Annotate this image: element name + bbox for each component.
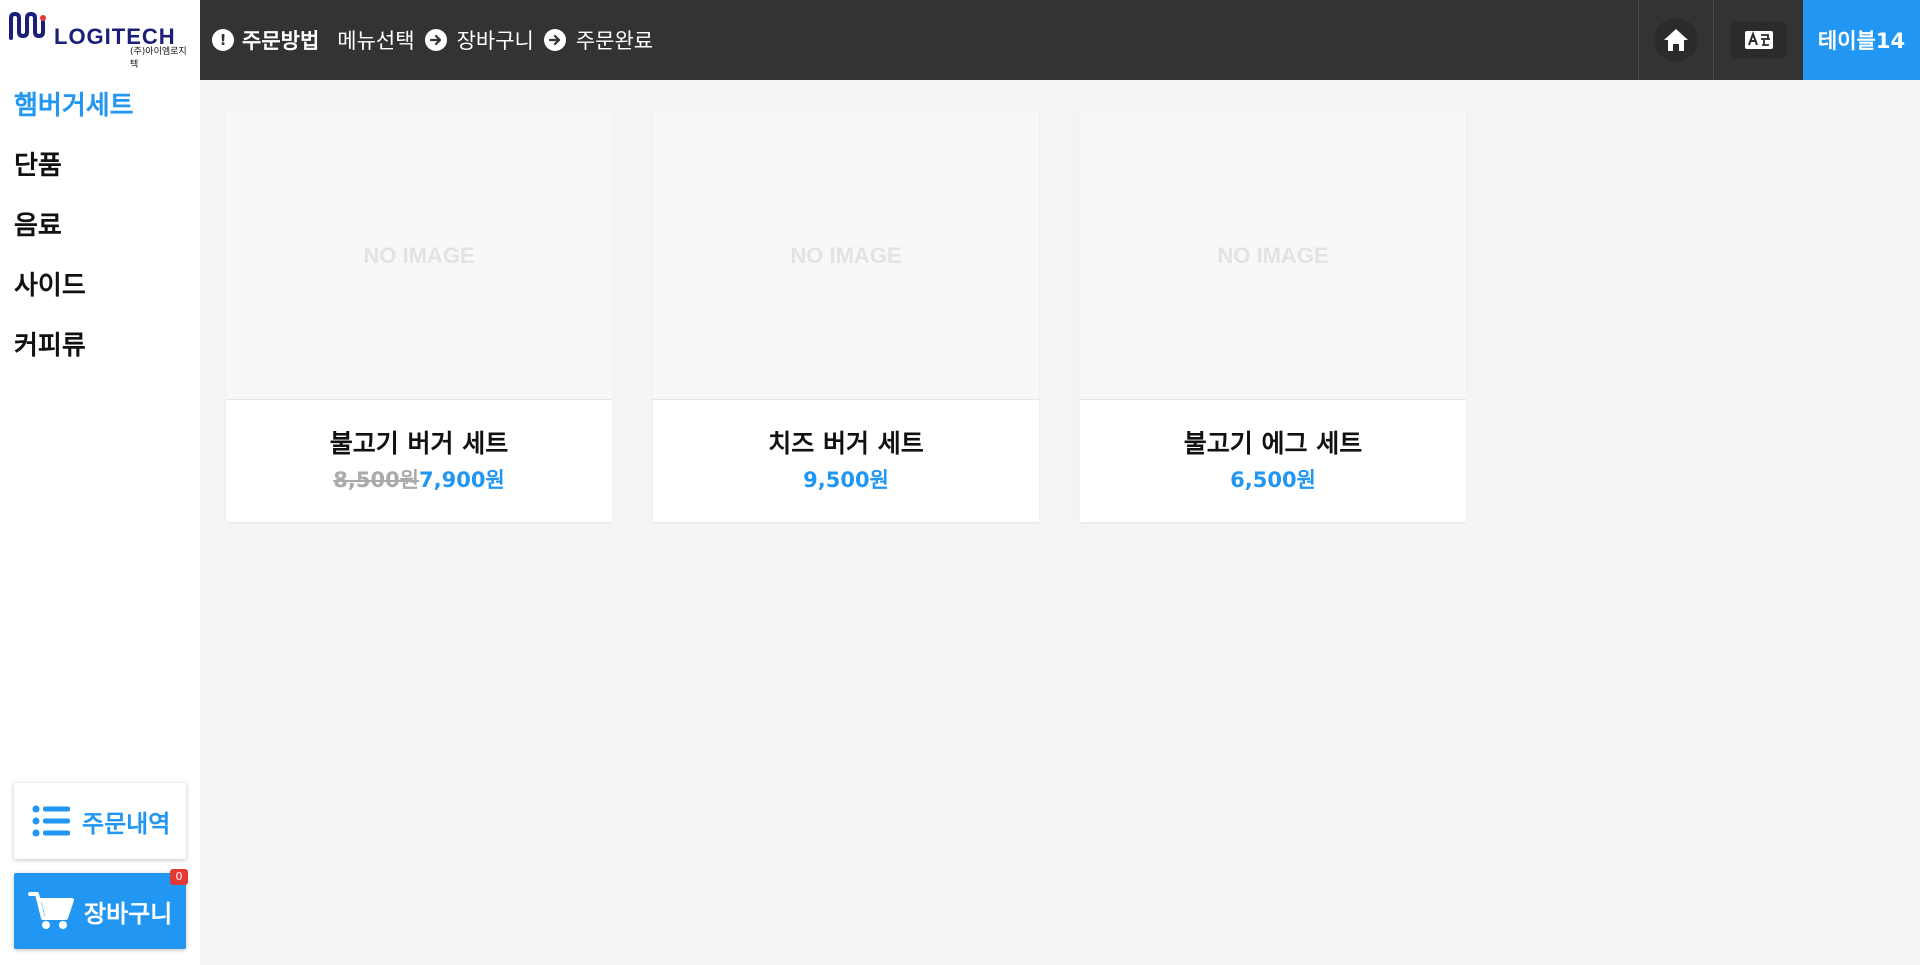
category-item-hamburger-set[interactable]: 햄버거세트 [14,86,134,146]
order-history-button[interactable]: 주문내역 [14,783,186,859]
menu-grid: NO IMAGE 불고기 버거 세트 8,500원7,900원 NO IMAGE… [226,112,1466,522]
top-bar: ! 주문방법 메뉴선택 장바구니 주문완료 테이블14 [200,0,1920,80]
home-button[interactable] [1638,0,1713,80]
exclamation-icon: ! [212,29,234,51]
menu-card[interactable]: NO IMAGE 치즈 버거 세트 9,500원 [653,112,1039,522]
menu-card[interactable]: NO IMAGE 불고기 에그 세트 6,500원 [1080,112,1466,522]
menu-name: 불고기 에그 세트 [1183,429,1363,458]
cart-label: 장바구니 [84,899,173,928]
list-icon [32,805,70,837]
menu-card[interactable]: NO IMAGE 불고기 버거 세트 8,500원7,900원 [226,112,612,522]
step-order-complete: 주문완료 [575,29,654,53]
category-item-single[interactable]: 단품 [14,146,134,206]
table-number: 테이블14 [1803,0,1920,80]
menu-price: 7,900원 [419,468,505,492]
language-button[interactable] [1713,0,1803,80]
logo: LOGITECH (주)아이엠로지텍 [6,8,194,70]
menu-name: 치즈 버거 세트 [768,429,924,458]
how-to-order-label: 주문방법 [242,29,320,53]
menu-original-price: 8,500원 [333,468,419,492]
menu-price: 6,500원 [1230,468,1316,492]
arrow-right-icon [543,29,566,51]
brand-subtitle: (주)아이엠로지텍 [130,47,187,70]
category-item-coffee[interactable]: 커피류 [14,326,134,386]
sidebar: LOGITECH (주)아이엠로지텍 햄버거세트 단품 음료 사이드 커피류 주… [0,0,200,965]
menu-image-placeholder: NO IMAGE [226,112,612,400]
translate-icon [1744,31,1773,49]
menu-image-placeholder: NO IMAGE [1080,112,1466,400]
cart-button[interactable]: 장바구니 0 [14,869,188,949]
order-steps: ! 주문방법 메뉴선택 장바구니 주문완료 [212,0,653,80]
home-icon [1664,29,1688,51]
cart-count-badge: 0 [170,869,188,885]
logo-mark-icon [9,12,46,40]
top-right-controls: 테이블14 [1638,0,1920,80]
cart-icon [28,892,74,929]
arrow-right-icon [424,29,447,51]
menu-image-placeholder: NO IMAGE [653,112,1039,400]
category-item-side[interactable]: 사이드 [14,266,134,326]
category-item-drinks[interactable]: 음료 [14,206,134,266]
how-to-order-button[interactable]: ! 주문방법 [212,25,319,55]
menu-name: 불고기 버거 세트 [329,429,509,458]
category-list: 햄버거세트 단품 음료 사이드 커피류 [14,86,134,386]
menu-price: 9,500원 [803,468,889,492]
order-history-label: 주문내역 [82,809,171,838]
step-menu-select: 메뉴선택 [337,29,415,53]
step-cart: 장바구니 [456,29,534,53]
